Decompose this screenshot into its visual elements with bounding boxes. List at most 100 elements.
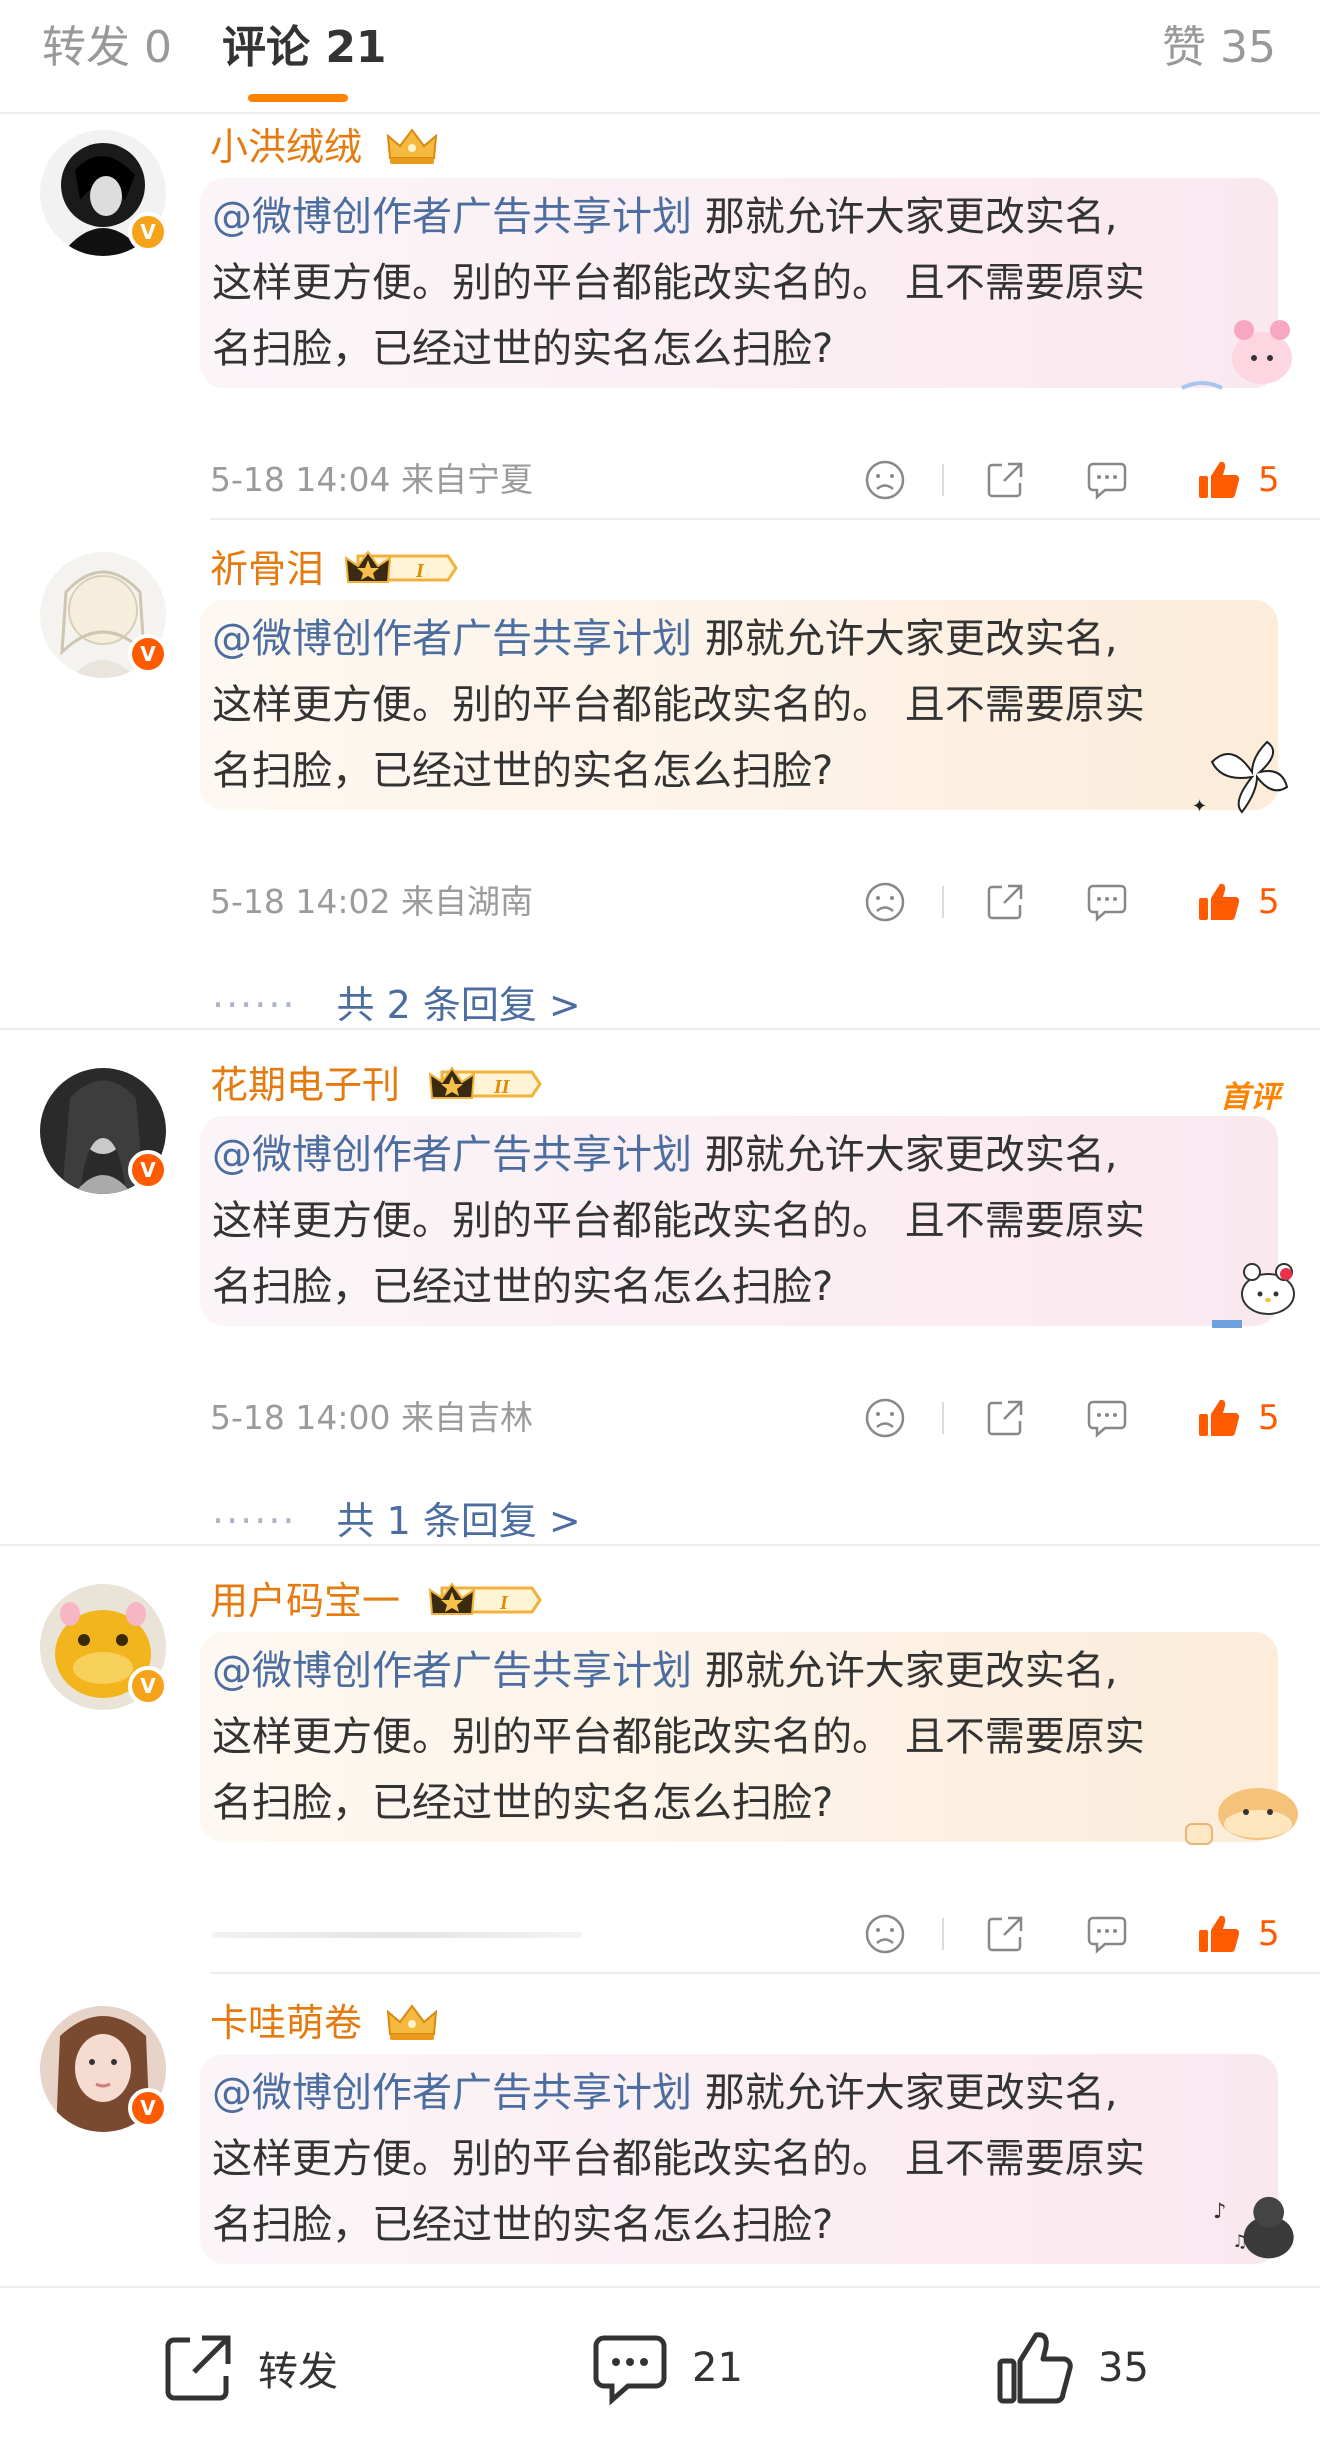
- verified-badge-icon: V: [128, 212, 168, 252]
- thumbs-up-icon: [997, 2332, 1073, 2404]
- thumbs-up-icon: [1199, 1399, 1240, 1437]
- mention-link[interactable]: @微博创作者广告共享计划: [212, 2070, 692, 2116]
- tab-reposts[interactable]: 转发 0: [42, 20, 172, 76]
- comment-meta: 5-18 14:00 来自吉林: [210, 1398, 533, 1437]
- username[interactable]: 卡哇萌卷: [210, 1998, 362, 2048]
- butterfly-sticker-icon: ✦: [1192, 740, 1289, 817]
- reply-button[interactable]: [1082, 1388, 1132, 1448]
- bottom-toolbar: 转发 21 35: [0, 2286, 1320, 2438]
- dislike-button[interactable]: [860, 872, 910, 932]
- comment-icon: [1087, 462, 1127, 500]
- cat-music-sticker-icon: ♪♫: [1213, 2196, 1294, 2259]
- like-button[interactable]: 35: [996, 2328, 1149, 2408]
- comment-actions: 5: [860, 1388, 1320, 1448]
- comment-text: @微博创作者广告共享计划 那就允许大家更改实名, 这样更方便。别的平台都能改实名…: [212, 194, 1145, 372]
- sad-face-icon: [865, 460, 905, 500]
- svg-text:II: II: [493, 1076, 511, 1098]
- svg-text:I: I: [415, 560, 425, 582]
- dislike-button[interactable]: [860, 1904, 910, 1964]
- share-icon: [987, 1400, 1023, 1436]
- tab-comments[interactable]: 评论 21: [222, 20, 387, 76]
- username[interactable]: 祈骨泪: [210, 544, 324, 594]
- comment-icon: [593, 2335, 667, 2406]
- comment-actions: 5: [860, 450, 1320, 510]
- comment-text: @微博创作者广告共享计划 那就允许大家更改实名, 这样更方便。别的平台都能改实名…: [212, 1132, 1145, 1310]
- tab-bar: 转发 0 评论 21 赞 35: [0, 0, 1320, 114]
- action-divider: [942, 464, 944, 496]
- view-replies-link[interactable]: ······ 共 1 条回复 >: [212, 1496, 581, 1546]
- comment-text: @微博创作者广告共享计划 那就允许大家更改实名, 这样更方便。别的平台都能改实名…: [212, 2070, 1145, 2248]
- share-button[interactable]: [980, 1904, 1030, 1964]
- verified-badge-icon: V: [128, 1666, 168, 1706]
- comment-item: V 小洪绒绒 @微博创作者广告共享计划 那就允许大家更改实名, 这样更方便。别的…: [0, 120, 1320, 520]
- dislike-button[interactable]: [860, 450, 910, 510]
- reply-button[interactable]: [1082, 872, 1132, 932]
- like-count: 35: [1098, 2345, 1149, 2391]
- svg-text:I: I: [499, 1592, 509, 1614]
- repost-button[interactable]: 转发: [160, 2328, 338, 2408]
- sad-face-icon: [865, 1914, 905, 1954]
- thumbs-up-icon: [1199, 1915, 1240, 1953]
- svg-text:♫: ♫: [1232, 2232, 1247, 2252]
- share-button[interactable]: [980, 450, 1030, 510]
- view-replies-link[interactable]: ······ 共 2 条回复 >: [212, 980, 581, 1030]
- sad-face-icon: [865, 1398, 905, 1438]
- dots-icon: ······: [212, 1499, 297, 1543]
- divider: [0, 1544, 1320, 1546]
- reply-button[interactable]: [1082, 450, 1132, 510]
- svg-text:✦: ✦: [1192, 796, 1207, 817]
- crown-badge-icon: [386, 2004, 438, 2040]
- comment-item: V 祈骨泪 I @微博创作者广告共享计划 那就允许大家更改实名, 这样更方便。别…: [0, 542, 1320, 1030]
- share-icon: [987, 462, 1023, 498]
- melody-sticker-icon: [1181, 320, 1292, 390]
- verified-badge-icon: V: [128, 634, 168, 674]
- repost-label: 转发: [258, 2349, 338, 2395]
- like-button[interactable]: [1194, 1904, 1244, 1964]
- comment-icon: [1087, 1916, 1127, 1954]
- comment-icon: [1087, 884, 1127, 922]
- first-comment-tag: 首评: [1220, 1080, 1280, 1115]
- comment-text: @微博创作者广告共享计划 那就允许大家更改实名, 这样更方便。别的平台都能改实名…: [212, 616, 1145, 794]
- comment-item: V 卡哇萌卷 @微博创作者广告共享计划 那就允许大家更改实名, 这样更方便。别的…: [0, 1996, 1320, 2286]
- mention-link[interactable]: @微博创作者广告共享计划: [212, 1648, 692, 1694]
- divider: [210, 1972, 1320, 1974]
- comment-actions: 5: [860, 872, 1320, 932]
- share-button[interactable]: [980, 872, 1030, 932]
- like-button[interactable]: [1194, 1388, 1244, 1448]
- username[interactable]: 花期电子刊: [210, 1060, 400, 1110]
- thumbs-up-icon: [1199, 883, 1240, 921]
- vip-level-badge-icon: I: [344, 550, 458, 583]
- divider: [0, 1028, 1320, 1030]
- share-icon: [987, 884, 1023, 920]
- divider: [210, 518, 1320, 520]
- like-button[interactable]: [1194, 450, 1244, 510]
- action-divider: [942, 886, 944, 918]
- mention-link[interactable]: @微博创作者广告共享计划: [212, 1132, 692, 1178]
- like-count: 5: [1258, 1398, 1280, 1438]
- mention-link[interactable]: @微博创作者广告共享计划: [212, 194, 692, 240]
- like-count: 5: [1258, 1914, 1280, 1954]
- comment-icon: [1087, 1400, 1127, 1438]
- comment-meta: 5-18 14:02 来自湖南: [210, 882, 533, 921]
- comment-button[interactable]: 21: [590, 2328, 743, 2408]
- redacted-meta: [212, 1932, 582, 1938]
- reply-button[interactable]: [1082, 1904, 1132, 1964]
- svg-text:♪: ♪: [1213, 2198, 1226, 2223]
- sad-face-icon: [865, 882, 905, 922]
- dislike-button[interactable]: [860, 1388, 910, 1448]
- share-button[interactable]: [980, 1388, 1030, 1448]
- vip-level-badge-icon: II: [428, 1066, 542, 1099]
- username[interactable]: 小洪绒绒: [210, 122, 362, 172]
- verified-badge-icon: V: [128, 1150, 168, 1190]
- comment-meta: 5-18 14:04 来自宁夏: [210, 460, 533, 499]
- username[interactable]: 用户码宝一: [210, 1576, 400, 1626]
- mention-link[interactable]: @微博创作者广告共享计划: [212, 616, 692, 662]
- comment-count: 21: [692, 2345, 743, 2391]
- thumbs-up-icon: [1199, 461, 1240, 499]
- crown-badge-icon: [386, 128, 438, 164]
- like-button[interactable]: [1194, 872, 1244, 932]
- shiba-bread-sticker-icon: [1185, 1788, 1298, 1845]
- tab-likes[interactable]: 赞 35: [1162, 20, 1276, 76]
- action-divider: [942, 1402, 944, 1434]
- comment-text: @微博创作者广告共享计划 那就允许大家更改实名, 这样更方便。别的平台都能改实名…: [212, 1648, 1145, 1826]
